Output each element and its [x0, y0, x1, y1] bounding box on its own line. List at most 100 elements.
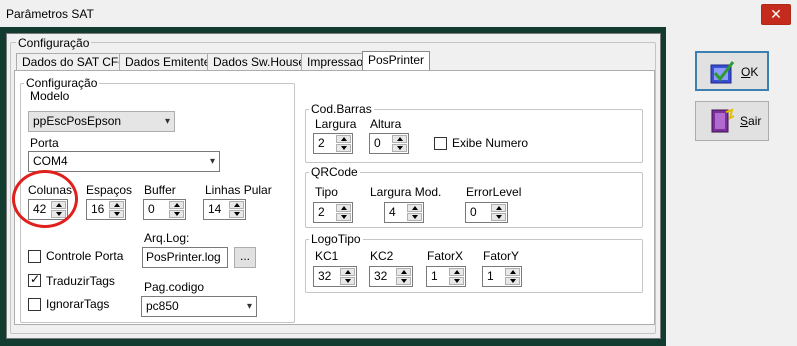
spin-down-icon[interactable] [336, 213, 351, 221]
buffer-value: 0 [148, 202, 155, 216]
modelo-value: ppEscPosEpson [33, 114, 122, 128]
posprinter-config-legend: Configuração [24, 76, 100, 90]
spin-up-icon[interactable] [229, 201, 244, 209]
spin-down-icon[interactable] [336, 144, 351, 152]
chevron-down-icon: ▾ [209, 156, 215, 167]
pag-codigo-label: Pag.codigo [144, 280, 205, 294]
qrcode-tipo-value: 2 [318, 205, 325, 219]
spin-down-icon[interactable] [449, 277, 464, 285]
spin-up-icon[interactable] [396, 268, 411, 276]
spin-down-icon[interactable] [407, 213, 422, 221]
spin-up-icon[interactable] [505, 268, 520, 276]
linhas-pular-label: Linhas Pular [205, 183, 272, 197]
qrcode-largura-mod-label: Largura Mod. [370, 185, 442, 199]
spin-down-icon[interactable] [491, 213, 506, 221]
title-bar [0, 0, 797, 30]
controle-porta-label[interactable]: Controle Porta [46, 249, 123, 263]
chevron-down-icon: ▾ [246, 301, 252, 312]
controle-porta-checkbox[interactable] [28, 250, 41, 263]
exibe-numero-label[interactable]: Exibe Numero [452, 136, 528, 150]
kc1-spin[interactable]: 32 [313, 266, 357, 287]
config-group-legend: Configuração [16, 36, 92, 50]
logotipo-legend: LogoTipo [309, 232, 363, 246]
arq-log-label: Arq.Log: [144, 231, 190, 245]
codbarras-largura-spin[interactable]: 2 [313, 133, 353, 154]
espacos-value: 16 [91, 202, 105, 216]
fatory-label: FatorY [483, 249, 520, 263]
traduzir-tags-checkbox[interactable] [28, 272, 41, 287]
qrcode-tipo-spin[interactable]: 2 [313, 202, 353, 223]
modelo-label: Modelo [30, 89, 70, 103]
ok-button[interactable]: OK [695, 51, 769, 91]
spin-down-icon[interactable] [396, 277, 411, 285]
qrcode-error-level-spin[interactable]: 0 [465, 202, 508, 223]
porta-select[interactable]: COM4 ▾ [28, 151, 220, 172]
codbarras-largura-value: 2 [318, 136, 325, 150]
kc2-value: 32 [374, 269, 388, 283]
check-icon [710, 61, 735, 84]
ok-button-label: OK [741, 65, 759, 79]
spin-up-icon[interactable] [392, 135, 407, 143]
pag-codigo-value: pc850 [146, 299, 179, 313]
ignorar-tags-label[interactable]: IgnorarTags [46, 297, 109, 311]
spin-down-icon[interactable] [392, 144, 407, 152]
exibe-numero-checkbox[interactable] [434, 137, 447, 150]
window-title: Parâmetros SAT [6, 7, 94, 21]
spin-up-icon[interactable] [336, 135, 351, 143]
buffer-label: Buffer [144, 183, 176, 197]
spin-down-icon[interactable] [340, 277, 355, 285]
fatory-spin[interactable]: 1 [482, 266, 522, 287]
pag-codigo-select[interactable]: pc850 ▾ [141, 296, 257, 317]
fatory-value: 1 [487, 269, 494, 283]
arq-log-browse-button[interactable]: ... [234, 247, 256, 268]
fatorx-spin[interactable]: 1 [426, 266, 466, 287]
traduzir-tags-label[interactable]: TraduzirTags [46, 274, 115, 288]
fatorx-value: 1 [431, 269, 438, 283]
porta-label: Porta [30, 136, 59, 150]
exit-door-icon [711, 108, 734, 133]
buffer-spin[interactable]: 0 [143, 199, 186, 220]
spin-up-icon[interactable] [169, 201, 184, 209]
kc1-value: 32 [318, 269, 332, 283]
kc2-label: KC2 [370, 249, 394, 263]
spin-down-icon[interactable] [229, 210, 244, 218]
qrcode-largura-mod-value: 4 [389, 205, 396, 219]
codbarras-largura-label: Largura [315, 117, 357, 131]
qrcode-largura-mod-spin[interactable]: 4 [384, 202, 424, 223]
qrcode-error-level-value: 0 [470, 205, 477, 219]
chevron-down-icon: ▾ [164, 116, 170, 127]
spin-up-icon[interactable] [491, 204, 506, 212]
spin-down-icon[interactable] [169, 210, 184, 218]
codbarras-altura-label: Altura [370, 117, 402, 131]
modelo-select[interactable]: ppEscPosEpson ▾ [28, 111, 175, 132]
spin-up-icon[interactable] [109, 201, 124, 209]
codbarras-legend: Cod.Barras [309, 102, 374, 116]
tab-posprinter[interactable]: PosPrinter [362, 51, 431, 72]
espacos-label: Espaços [86, 183, 133, 197]
codbarras-altura-spin[interactable]: 0 [369, 133, 409, 154]
arq-log-input[interactable]: PosPrinter.log [142, 247, 228, 268]
spin-down-icon[interactable] [109, 210, 124, 218]
qrcode-legend: QRCode [309, 165, 360, 179]
close-icon: ✕ [770, 6, 782, 22]
porta-value: COM4 [33, 154, 68, 168]
fatorx-label: FatorX [427, 249, 464, 263]
kc1-label: KC1 [315, 249, 339, 263]
spin-up-icon[interactable] [340, 268, 355, 276]
espacos-spin[interactable]: 16 [86, 199, 126, 220]
linhas-pular-value: 14 [208, 202, 222, 216]
highlight-circle [12, 170, 78, 228]
spin-up-icon[interactable] [336, 204, 351, 212]
sair-button[interactable]: Sair [695, 101, 769, 141]
ignorar-tags-checkbox[interactable] [28, 298, 41, 311]
kc2-spin[interactable]: 32 [369, 266, 413, 287]
spin-down-icon[interactable] [505, 277, 520, 285]
qrcode-tipo-label: Tipo [315, 185, 338, 199]
sair-button-label: Sair [740, 114, 762, 128]
close-button[interactable]: ✕ [761, 4, 791, 25]
qrcode-error-level-label: ErrorLevel [466, 185, 522, 199]
codbarras-altura-value: 0 [374, 136, 381, 150]
linhas-pular-spin[interactable]: 14 [203, 199, 246, 220]
spin-up-icon[interactable] [449, 268, 464, 276]
spin-up-icon[interactable] [407, 204, 422, 212]
